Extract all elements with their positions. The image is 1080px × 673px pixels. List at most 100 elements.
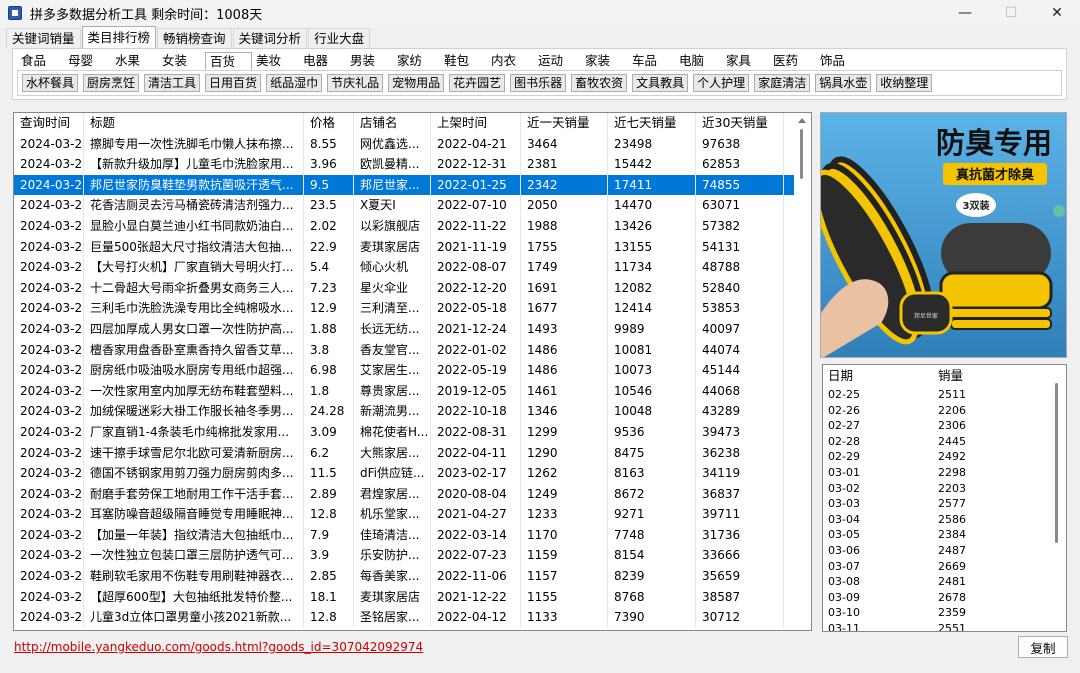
- sales-column-header[interactable]: 日期: [823, 365, 933, 387]
- category-tab[interactable]: 内衣: [487, 52, 534, 70]
- main-tab[interactable]: 类目排行榜: [81, 26, 157, 48]
- column-header[interactable]: 查询时间: [14, 113, 84, 134]
- table-row[interactable]: 2024-03-26 速干擦手球雪尼尔北欧可爱清新厨房... 6.2 大熊家居... 2…: [14, 442, 811, 464]
- sub-category-button[interactable]: 个人护理: [693, 74, 750, 92]
- table-row[interactable]: 2024-03-26 四层加厚成人男女口罩一次性防护高... 1.88 长远无纺...…: [14, 318, 811, 340]
- category-tab[interactable]: 电脑: [675, 52, 722, 70]
- sales-row[interactable]: 03-02 2203: [823, 481, 1066, 497]
- table-row[interactable]: 2024-03-26 花香洁厕灵去污马桶瓷砖清洁剂强力... 23.5 X夏天I 202…: [14, 195, 811, 216]
- column-header[interactable]: 店铺名: [354, 113, 431, 134]
- column-header[interactable]: 上架时间: [431, 113, 521, 134]
- category-tab[interactable]: 医药: [769, 52, 816, 70]
- category-tab[interactable]: 家装: [581, 52, 628, 70]
- sub-category-button[interactable]: 收纳整理: [876, 74, 933, 92]
- table-row[interactable]: 2024-03-26 显脸小显白莫兰迪小红书同款奶油白... 2.02 以彩旗舰店 20…: [14, 215, 811, 237]
- category-tab[interactable]: 车品: [628, 52, 675, 70]
- sales-row[interactable]: 02-25 2511: [823, 387, 1066, 403]
- ranking-table[interactable]: 查询时间 标题 价格 店铺名 上架时间 近一天销量 近七天销量 近30天销量 2024-03-…: [13, 112, 812, 631]
- column-header[interactable]: 近30天销量: [696, 113, 784, 134]
- table-row[interactable]: 2024-03-26 邦尼世家防臭鞋垫男款抗菌吸汗透气... 9.5 邦尼世家... 2…: [14, 174, 811, 196]
- sub-category-button[interactable]: 水杯餐具: [22, 74, 79, 92]
- table-scrollbar[interactable]: [794, 113, 811, 630]
- main-tab[interactable]: 关键词销量: [6, 28, 81, 48]
- main-tab[interactable]: 畅销榜查询: [157, 28, 232, 48]
- table-row[interactable]: 2024-03-26 三利毛巾洗脸洗澡专用比全纯棉吸水... 12.9 三利清至...…: [14, 298, 811, 319]
- sales-scrollbar-thumb[interactable]: [1055, 383, 1058, 543]
- category-tab[interactable]: 饰品: [816, 52, 863, 70]
- category-tab[interactable]: 食品: [17, 52, 64, 70]
- table-row[interactable]: 2024-03-26 加绒保暖迷彩大褂工作服长袖冬季男... 24.28 新潮流男..…: [14, 401, 811, 422]
- sales-row[interactable]: 02-28 2445: [823, 434, 1066, 450]
- sub-category-button[interactable]: 花卉园艺: [449, 74, 506, 92]
- main-tab[interactable]: 行业大盘: [308, 28, 371, 48]
- table-row[interactable]: 2024-03-26 【新款升级加厚】儿童毛巾洗脸家用... 3.96 欧凯曼精...…: [14, 154, 811, 175]
- sales-scrollbar[interactable]: [1049, 365, 1066, 631]
- category-tab[interactable]: 男装: [346, 52, 393, 70]
- sales-row[interactable]: 02-27 2306: [823, 418, 1066, 434]
- category-tab[interactable]: 运动: [534, 52, 581, 70]
- sales-row[interactable]: 02-29 2492: [823, 449, 1066, 465]
- minimize-button[interactable]: —: [942, 0, 988, 26]
- copy-button[interactable]: 复制: [1018, 636, 1068, 658]
- daily-sales-table[interactable]: 日期 销量 02-25 2511 02-26 2206 02-27 2306 02-28 244…: [822, 364, 1067, 632]
- category-tab[interactable]: 百货: [205, 52, 252, 70]
- close-button[interactable]: ✕: [1034, 0, 1080, 26]
- table-row[interactable]: 2024-03-26 耳塞防噪音超级隔音睡觉专用睡眠神... 12.8 机乐堂家...…: [14, 504, 811, 525]
- sales-row[interactable]: 03-10 2359: [823, 605, 1066, 621]
- scrollbar-thumb[interactable]: [800, 129, 803, 179]
- column-header[interactable]: 近一天销量: [521, 113, 608, 134]
- sub-category-button[interactable]: 图书乐器: [510, 74, 567, 92]
- table-row[interactable]: 2024-03-26 巨量500张超大尺寸指纹清洁大包抽... 22.9 麦琪家居店 2…: [14, 236, 811, 258]
- table-row[interactable]: 2024-03-26 德国不锈钢家用剪刀强力厨房剪肉多... 11.5 dFi供应链.…: [14, 463, 811, 484]
- sales-row[interactable]: 03-11 2551: [823, 621, 1066, 631]
- sales-column-header[interactable]: 销量: [933, 365, 1043, 387]
- table-row[interactable]: 2024-03-26 【超厚600型】大包抽纸批发特价整... 18.1 麦琪家居店 2…: [14, 586, 811, 608]
- sales-row[interactable]: 03-01 2298: [823, 465, 1066, 481]
- category-tab[interactable]: 家具: [722, 52, 769, 70]
- table-row[interactable]: 2024-03-26 十二骨超大号雨伞折叠男女商务三人... 7.23 星火伞业 202…: [14, 277, 811, 299]
- table-row[interactable]: 2024-03-26 厨房纸巾吸油吸水厨房专用纸巾超强... 6.98 艾家居生...…: [14, 360, 811, 381]
- sub-category-button[interactable]: 节庆礼品: [327, 74, 384, 92]
- category-tab[interactable]: 美妆: [252, 52, 299, 70]
- sub-category-button[interactable]: 宠物用品: [388, 74, 445, 92]
- sales-row[interactable]: 03-08 2481: [823, 574, 1066, 590]
- sub-category-button[interactable]: 锅具水壶: [815, 74, 872, 92]
- table-row[interactable]: 2024-03-26 【加量一年装】指纹清洁大包抽纸巾... 7.9 佳琦清洁... 2…: [14, 524, 811, 546]
- sales-row[interactable]: 02-26 2206: [823, 403, 1066, 419]
- sales-row[interactable]: 03-07 2669: [823, 559, 1066, 575]
- sub-category-button[interactable]: 日用百货: [205, 74, 262, 92]
- table-row[interactable]: 2024-03-26 檀香家用盘香卧室熏香持久留香艾草... 3.8 香友堂官... 2…: [14, 339, 811, 361]
- sub-category-button[interactable]: 家庭清洁: [754, 74, 811, 92]
- category-tab[interactable]: 电器: [299, 52, 346, 70]
- column-header[interactable]: 标题: [84, 113, 304, 134]
- table-row[interactable]: 2024-03-26 一次性家用室内加厚无纺布鞋套塑料... 1.8 尊贵家居... 2…: [14, 380, 811, 402]
- sales-row[interactable]: 03-05 2384: [823, 527, 1066, 543]
- sales-row[interactable]: 03-06 2487: [823, 543, 1066, 559]
- sub-category-button[interactable]: 文具教具: [632, 74, 689, 92]
- category-tab[interactable]: 鞋包: [440, 52, 487, 70]
- table-row[interactable]: 2024-03-26 耐磨手套劳保工地耐用工作干活手套... 2.89 君煌家居...…: [14, 483, 811, 505]
- table-row[interactable]: 2024-03-26 儿童3d立体口罩男童小孩2021新款... 12.8 圣铭居家.…: [14, 607, 811, 628]
- table-row[interactable]: 2024-03-26 擦脚专用一次性洗脚毛巾懒人抹布擦... 8.55 网优鑫选...…: [14, 133, 811, 155]
- sales-row[interactable]: 03-04 2586: [823, 512, 1066, 528]
- sales-row[interactable]: 03-03 2577: [823, 496, 1066, 512]
- product-url-link[interactable]: http://mobile.yangkeduo.com/goods.html?g…: [14, 640, 423, 654]
- sales-row[interactable]: 03-09 2678: [823, 590, 1066, 606]
- category-tab[interactable]: 女装: [158, 52, 205, 70]
- category-tab[interactable]: 水果: [111, 52, 158, 70]
- table-row[interactable]: 2024-03-26 一次性独立包装口罩三层防护透气可... 3.9 乐安防护... 2…: [14, 545, 811, 567]
- category-tab[interactable]: 家纺: [393, 52, 440, 70]
- category-tab[interactable]: 母婴: [64, 52, 111, 70]
- table-row[interactable]: 2024-03-26 【大号打火机】厂家直销大号明火打... 5.4 倾心火机 2022…: [14, 257, 811, 278]
- scroll-up-arrow-icon[interactable]: [797, 116, 807, 124]
- column-header[interactable]: 价格: [304, 113, 354, 134]
- maximize-button[interactable]: ☐: [988, 0, 1034, 26]
- sub-category-button[interactable]: 清洁工具: [144, 74, 201, 92]
- column-header[interactable]: 近七天销量: [608, 113, 696, 134]
- sub-category-button[interactable]: 厨房烹饪: [83, 74, 140, 92]
- sub-category-button[interactable]: 畜牧农资: [571, 74, 628, 92]
- table-row[interactable]: 2024-03-26 厂家直销1-4条装毛巾纯棉批发家用... 3.09 棉花使者H.…: [14, 421, 811, 443]
- main-tab[interactable]: 关键词分析: [232, 28, 308, 48]
- table-row[interactable]: 2024-03-26 鞋刷软毛家用不伤鞋专用刷鞋神器衣... 2.85 每香美家...…: [14, 566, 811, 587]
- sub-category-button[interactable]: 纸品湿巾: [266, 74, 323, 92]
